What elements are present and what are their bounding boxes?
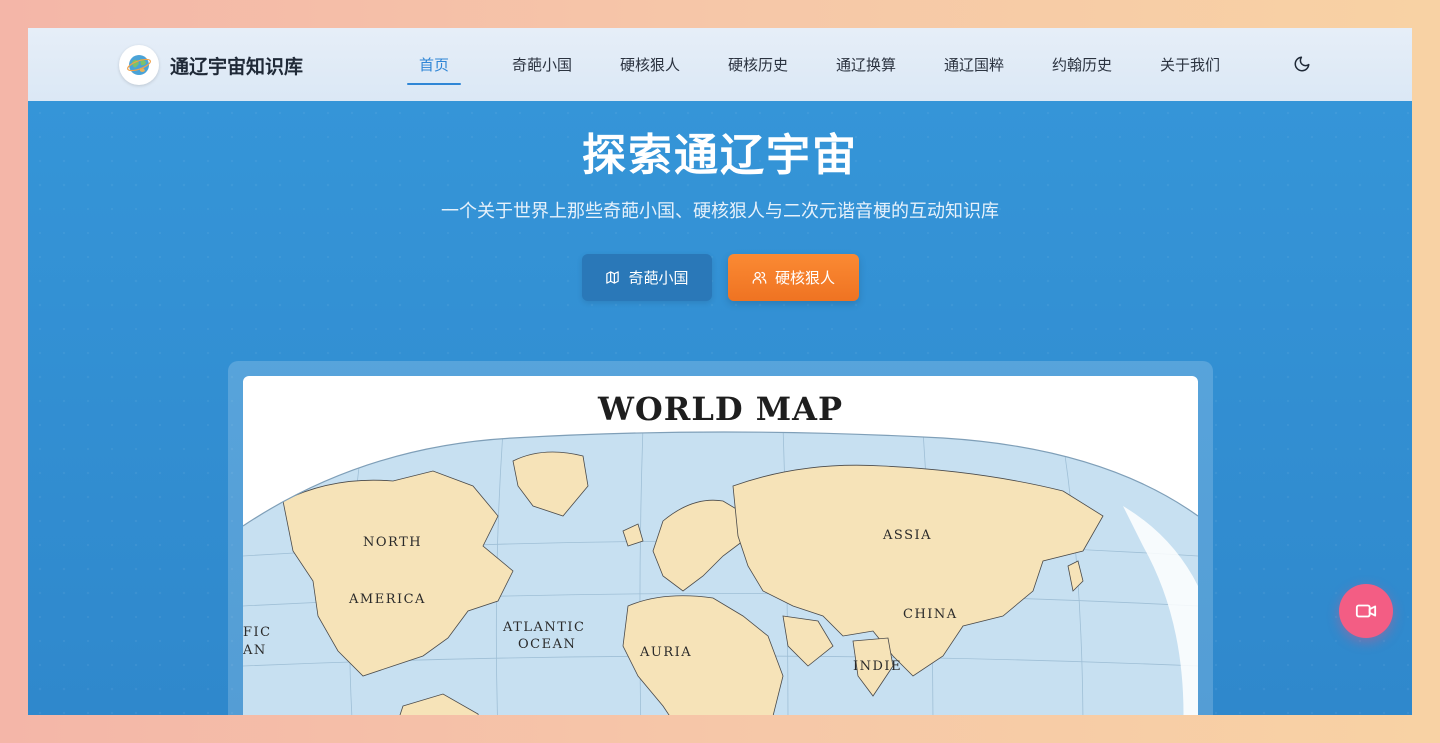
map-label-indie: INDIE [853,659,903,674]
users-icon [752,271,767,284]
map-label-assia: ASSIA [883,528,932,543]
map-label-china: CHINA [903,607,958,622]
globe-logo-icon [127,55,151,75]
map-label-america: AMERICA [349,592,426,607]
nav-item-weird-countries[interactable]: 奇葩小国 [488,28,596,101]
map-label-pacific-partial: FIC [243,625,272,640]
map-card: WORLD MAP NORTH AMERICA ATLANTIC OCEAN F… [228,361,1213,715]
brand-title[interactable]: 通辽宇宙知识库 [170,52,303,79]
map-label-north: NORTH [363,535,423,550]
nav-item-hardcore-people[interactable]: 硬核狠人 [596,28,704,101]
logo[interactable] [119,45,159,85]
nav-item-hardcore-history[interactable]: 硬核历史 [704,28,812,101]
weird-countries-button-label: 奇葩小国 [628,269,689,287]
map-label-auoria: AURIA [640,645,693,660]
map-label-atlantic: ATLANTIC [503,620,586,635]
moon-icon [1294,56,1310,72]
world-map-image: WORLD MAP NORTH AMERICA ATLANTIC OCEAN F… [243,376,1198,715]
weird-countries-button[interactable]: 奇葩小国 [582,254,712,301]
nav-item-tongliao-quintessence[interactable]: 通辽国粹 [920,28,1028,101]
map-icon [606,271,620,284]
nav-item-about[interactable]: 关于我们 [1136,28,1244,101]
nav-item-home[interactable]: 首页 [380,28,488,101]
hero-title: 探索通辽宇宙 [582,130,858,181]
hardcore-people-button[interactable]: 硬核狠人 [728,254,859,301]
hardcore-people-button-label: 硬核狠人 [774,269,835,287]
hero-section: 探索通辽宇宙 一个关于世界上那些奇葩小国、硬核狠人与二次元谐音梗的互动知识库 奇… [28,101,1412,715]
app-window: 通辽宇宙知识库 首页 奇葩小国 硬核狠人 硬核历史 通辽换算 通辽国粹 约翰历史… [28,28,1412,715]
theme-toggle-button[interactable] [1290,52,1314,76]
top-navbar: 通辽宇宙知识库 首页 奇葩小国 硬核狠人 硬核历史 通辽换算 通辽国粹 约翰历史… [28,28,1412,101]
map-label-ocean: OCEAN [518,637,577,652]
nav-item-tongliao-conversion[interactable]: 通辽换算 [812,28,920,101]
map-title: WORLD MAP [597,390,844,428]
hero-subtitle: 一个关于世界上那些奇葩小国、硬核狠人与二次元谐音梗的互动知识库 [441,201,999,222]
nav-item-john-history[interactable]: 约翰历史 [1028,28,1136,101]
map-label-pacific-ocean-partial: AN [243,643,267,658]
floating-video-button[interactable] [1339,584,1393,638]
video-camera-icon [1355,604,1377,618]
nav-menu: 首页 奇葩小国 硬核狠人 硬核历史 通辽换算 通辽国粹 约翰历史 关于我们 [380,28,1244,101]
